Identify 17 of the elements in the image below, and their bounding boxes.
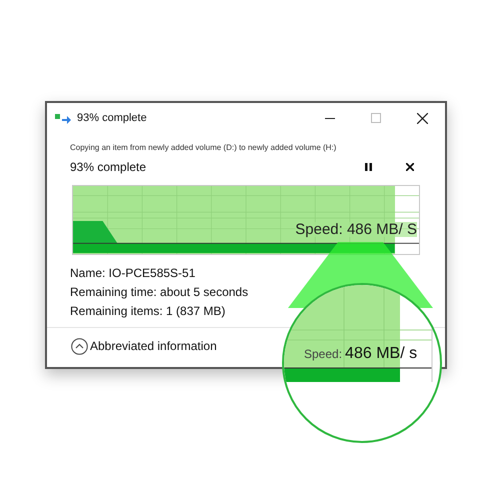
cancel-icon: [406, 163, 414, 171]
detail-text: Name: IO-PCE585S-51: [70, 265, 196, 281]
copy-description: Copying an item from newly added volume (D:) to newly added volume (H:): [70, 142, 338, 154]
detail-text: Remaining time: about 5 seconds: [70, 284, 250, 300]
details-toggle[interactable]: Abbreviated information: [71, 337, 217, 355]
copy-icon: [55, 112, 71, 124]
window-title: 93% complete: [77, 110, 147, 126]
maximize-icon: [371, 113, 381, 123]
close-icon: [416, 112, 428, 124]
pause-icon: [364, 163, 372, 171]
progress-heading: 93% complete: [70, 159, 146, 176]
detail-text: Remaining items: 1 (837 MB): [70, 303, 226, 319]
magnified-speed-label: Speed:: [304, 346, 342, 363]
magnified-speed-value: 486 MB/ s: [345, 344, 418, 364]
cancel-button[interactable]: [403, 160, 417, 174]
speed-label: Speed: 486 MB/ S: [295, 222, 417, 237]
chevron-up-icon: [71, 338, 88, 354]
